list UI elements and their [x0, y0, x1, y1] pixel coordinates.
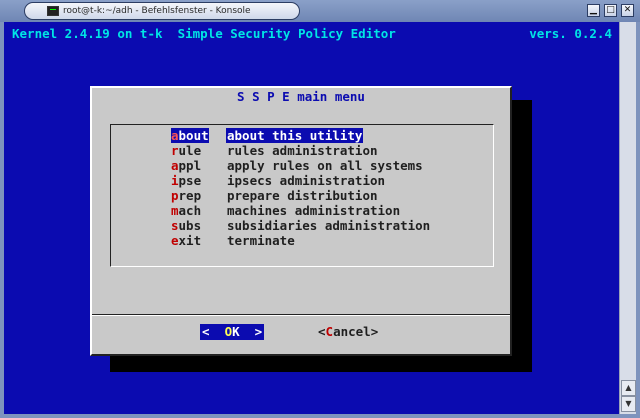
menu-item-tag: exit — [171, 233, 201, 248]
cancel-button-post: ancel> — [333, 324, 379, 339]
header-title: Kernel 2.4.19 on t-k Simple Security Pol… — [12, 26, 396, 41]
menu-item-tag-rest: ule — [178, 143, 202, 158]
cancel-button-hotkey: C — [325, 324, 334, 339]
menu-item-hotkey: a — [171, 158, 179, 173]
terminal-scrollbar[interactable]: ▲ ▼ — [619, 22, 636, 414]
main-menu-dialog: S S P E main menu about about this utili… — [90, 86, 512, 356]
menu-item-hotkey: e — [171, 233, 179, 248]
menu-item-ipse[interactable]: ipse ipsecs administration — [171, 173, 491, 188]
window-title-tab[interactable]: root@t-k:~/adh - Befehlsfenster - Konsol… — [24, 2, 300, 20]
ok-button-hotkey: O — [224, 324, 233, 339]
menu-item-mach[interactable]: mach machines administration — [171, 203, 491, 218]
menu-item-appl[interactable]: appl apply rules on all systems — [171, 158, 491, 173]
menu-item-tag: ipse — [171, 173, 201, 188]
menu-item-tag: about — [171, 128, 209, 143]
maximize-button[interactable]: □ — [604, 4, 617, 17]
menu-item-tag: mach — [171, 203, 201, 218]
minimize-button[interactable]: ▁ — [587, 4, 600, 17]
menu-item-desc: subsidiaries administration — [227, 218, 431, 233]
menu-item-desc: rules administration — [227, 143, 378, 158]
ok-button-post: K > — [232, 324, 263, 339]
menu-item-tag: rule — [171, 143, 201, 158]
cancel-button[interactable]: <Cancel> — [318, 324, 378, 340]
menu-item-about[interactable]: about about this utility — [171, 128, 491, 143]
close-button[interactable]: ✕ — [621, 4, 634, 17]
dialog-separator — [92, 314, 510, 316]
terminal-header: Kernel 2.4.19 on t-k Simple Security Pol… — [4, 26, 612, 42]
menu-item-tag: prep — [171, 188, 201, 203]
window-border-right — [636, 22, 640, 418]
menu-item-hotkey: p — [171, 188, 179, 203]
menu-item-desc: ipsecs administration — [227, 173, 386, 188]
menu-list: about about this utility rule rules admi… — [110, 124, 494, 267]
menu-item-exit[interactable]: exit terminate — [171, 233, 491, 248]
menu-item-desc: prepare distribution — [227, 188, 378, 203]
ok-button-pre: < — [202, 324, 225, 339]
menu-item-desc: machines administration — [227, 203, 401, 218]
menu-item-tag: appl — [171, 158, 201, 173]
menu-item-subs[interactable]: subs subsidiaries administration — [171, 218, 491, 233]
menu-item-desc: terminate — [227, 233, 295, 248]
menu-item-tag-rest: ubs — [178, 218, 202, 233]
cancel-button-pre: < — [318, 324, 326, 339]
menu-item-tag-rest: pse — [178, 173, 202, 188]
menu-item-tag: subs — [171, 218, 201, 233]
menu-item-hotkey: a — [171, 128, 179, 143]
menu-item-desc: apply rules on all systems — [227, 158, 423, 173]
menu-item-tag-rest: ach — [178, 203, 202, 218]
menu-item-desc: about this utility — [226, 128, 364, 143]
menu-item-tag-rest: rep — [178, 188, 202, 203]
menu-item-tag-rest: xit — [178, 233, 202, 248]
scroll-up-arrow-icon[interactable]: ▲ — [621, 380, 636, 396]
dialog-title: S S P E main menu — [229, 89, 373, 104]
window-titlebar[interactable]: root@t-k:~/adh - Befehlsfenster - Konsol… — [0, 0, 640, 22]
scroll-down-arrow-icon[interactable]: ▼ — [621, 396, 636, 412]
menu-item-tag-rest: bout — [178, 128, 209, 143]
menu-item-rule[interactable]: rule rules administration — [171, 143, 491, 158]
menu-item-hotkey: i — [171, 173, 179, 188]
ok-button[interactable]: < OK > — [200, 324, 265, 340]
window-border-bottom — [0, 414, 640, 418]
header-version: vers. 0.2.4 — [529, 26, 612, 41]
terminal-icon — [47, 6, 59, 16]
menu-item-hotkey: s — [171, 218, 179, 233]
menu-item-tag-rest: ppl — [178, 158, 202, 173]
window-title: root@t-k:~/adh - Befehlsfenster - Konsol… — [63, 6, 251, 16]
menu-item-prep[interactable]: prep prepare distribution — [171, 188, 491, 203]
menu-item-hotkey: r — [171, 143, 179, 158]
menu-item-hotkey: m — [171, 203, 179, 218]
terminal-screen[interactable]: Kernel 2.4.19 on t-k Simple Security Pol… — [4, 22, 636, 414]
